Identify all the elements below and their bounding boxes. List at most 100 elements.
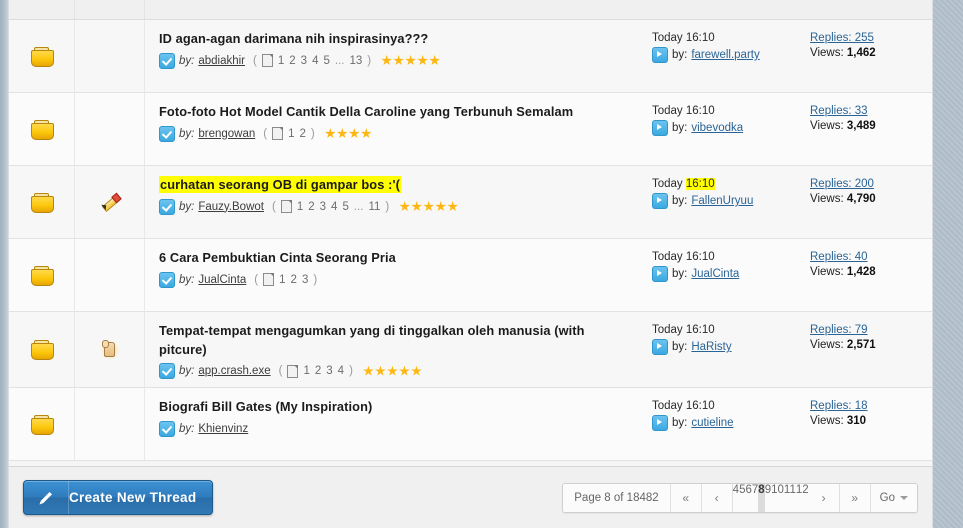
pagination-prev[interactable]: ‹ [701, 483, 733, 512]
thread-page-link[interactable]: 2 [300, 128, 306, 140]
pagination-page-12[interactable]: 12 [796, 484, 809, 512]
thread-author-link[interactable]: abdiakhir [198, 55, 245, 67]
thread-replies-link[interactable]: Replies: 200 [810, 178, 922, 190]
thread-row[interactable]: Tempat-tempat mengagumkan yang di tingga… [9, 312, 932, 389]
thread-stats-cell: Replies: 33 Views: 3,489 [804, 93, 932, 166]
by-label: by: [179, 365, 195, 378]
forum-content-panel: ID agan-agan darimana nih inspirasinya??… [8, 0, 933, 528]
thread-status-cell [9, 239, 75, 312]
thread-page-link[interactable]: 5 [323, 55, 329, 67]
lastpost-author-row: by: JualCinta [652, 266, 798, 282]
thread-rating-stars[interactable] [324, 128, 372, 139]
thread-rating-stars[interactable] [399, 201, 459, 212]
thread-page-link[interactable]: 1 [288, 128, 294, 140]
goto-lastpost-icon[interactable] [652, 266, 668, 282]
goto-lastpost-icon[interactable] [652, 339, 668, 355]
read-check-icon[interactable] [159, 125, 175, 142]
thread-rating-stars[interactable] [381, 55, 440, 66]
thread-row[interactable]: Foto-foto Hot Model Cantik Della Carolin… [9, 93, 932, 166]
thread-replies-link[interactable]: Replies: 33 [810, 105, 922, 117]
lastpost-time-text: Today 16:10 [652, 251, 715, 263]
thread-page-link[interactable]: 3 [301, 55, 307, 67]
pagination-next[interactable]: › [808, 483, 840, 512]
thread-page-link[interactable]: 3 [320, 201, 326, 213]
thread-title-link[interactable]: ID agan-agan darimana nih inspirasinya??… [159, 30, 632, 49]
thread-page-link[interactable]: 3 [326, 365, 332, 377]
pagination-first[interactable]: « [670, 483, 702, 512]
lastpost-author-link[interactable]: cutieline [691, 417, 733, 429]
thread-flag-cell [75, 312, 145, 389]
thread-page-link-last[interactable]: 13 [349, 55, 362, 67]
pagination-page-11[interactable]: 11 [784, 484, 796, 512]
thread-page-link[interactable]: 2 [315, 365, 321, 377]
lastpost-author-link[interactable]: JualCinta [691, 268, 739, 280]
thread-replies-link[interactable]: Replies: 255 [810, 32, 922, 44]
thread-page-link[interactable]: 1 [278, 55, 284, 67]
thread-title-link[interactable]: Tempat-tempat mengagumkan yang di tingga… [159, 322, 632, 359]
read-check-icon[interactable] [159, 271, 175, 288]
thread-pages: (1 2 3) [254, 273, 317, 287]
thread-title-link[interactable]: 6 Cara Pembuktian Cinta Seorang Pria [159, 249, 632, 268]
thread-meta-row: by: abdiakhir (1 2 3 4 5... 13) [159, 52, 632, 69]
lastpost-author-link[interactable]: vibevodka [691, 122, 743, 134]
goto-lastpost-icon[interactable] [652, 47, 668, 63]
thread-row[interactable]: ID agan-agan darimana nih inspirasinya??… [9, 20, 932, 93]
thread-page-link[interactable]: 1 [279, 274, 285, 286]
thread-replies-link[interactable]: Replies: 40 [810, 251, 922, 263]
lastpost-author-link[interactable]: farewell.party [691, 49, 759, 61]
paren-open: ( [278, 365, 283, 378]
goto-lastpost-icon[interactable] [652, 193, 668, 209]
thread-page-link[interactable]: 2 [308, 201, 314, 213]
thread-page-link-last[interactable]: 11 [368, 201, 380, 213]
thread-author-link[interactable]: Fauzy.Bowot [198, 201, 264, 213]
thread-status-cell [9, 388, 75, 462]
pages-ellipsis: ... [334, 54, 345, 67]
thread-title-link[interactable]: Biografi Bill Gates (My Inspiration) [159, 398, 632, 417]
thread-status-cell [9, 166, 75, 239]
thread-views: Views: 4,790 [810, 193, 876, 205]
pagination-page-10[interactable]: 10 [771, 484, 784, 512]
thread-page-link[interactable]: 4 [312, 55, 318, 67]
thread-author-link[interactable]: Khienvinz [198, 423, 248, 435]
document-icon [263, 273, 275, 287]
thread-page-link[interactable]: 1 [303, 365, 309, 377]
pencil-icon [24, 481, 69, 514]
lastpost-author-link[interactable]: HaRisty [691, 341, 731, 353]
thread-title-link[interactable]: curhatan seorang OB di gampar bos :'( [159, 176, 632, 195]
read-check-icon[interactable] [159, 52, 175, 69]
create-new-thread-button[interactable]: Create New Thread [23, 480, 214, 515]
thread-views: Views: 1,428 [810, 266, 876, 278]
thread-row[interactable]: Biografi Bill Gates (My Inspiration) by: K… [9, 388, 932, 462]
star-icon [387, 365, 398, 376]
thread-page-link[interactable]: 4 [338, 365, 344, 377]
thread-lastpost-cell: Today 16:10 by: FallenUryuu [644, 166, 804, 239]
thread-title-link[interactable]: Foto-foto Hot Model Cantik Della Carolin… [159, 103, 632, 122]
thread-page-link[interactable]: 3 [302, 274, 308, 286]
thread-stats-cell: Replies: 40 Views: 1,428 [804, 239, 932, 312]
lastpost-author-link[interactable]: FallenUryuu [691, 195, 753, 207]
star-icon [447, 201, 459, 212]
star-icon [411, 201, 423, 212]
thread-page-link[interactable]: 4 [331, 201, 337, 213]
thread-author-link[interactable]: JualCinta [198, 274, 246, 286]
thread-page-link[interactable]: 1 [297, 201, 303, 213]
pagination-last[interactable]: » [839, 483, 871, 512]
thread-replies-link[interactable]: Replies: 18 [810, 400, 922, 412]
read-check-icon[interactable] [159, 420, 175, 437]
thread-page-link[interactable]: 2 [289, 55, 295, 67]
browser-viewport: ID agan-agan darimana nih inspirasinya??… [0, 0, 963, 528]
thread-row[interactable]: 6 Cara Pembuktian Cinta Seorang Pria by: J… [9, 239, 932, 312]
thread-page-link[interactable]: 2 [291, 274, 297, 286]
goto-lastpost-icon[interactable] [652, 415, 668, 432]
read-check-icon[interactable] [159, 363, 175, 380]
pencil-icon [100, 192, 122, 212]
thread-author-link[interactable]: brengowan [198, 128, 255, 140]
pagination-go-dropdown[interactable]: Go [870, 483, 917, 512]
read-check-icon[interactable] [159, 198, 175, 215]
thread-rating-stars[interactable] [363, 365, 422, 377]
goto-lastpost-icon[interactable] [652, 120, 668, 136]
thread-replies-link[interactable]: Replies: 79 [810, 324, 922, 336]
thread-author-link[interactable]: app.crash.exe [198, 365, 270, 377]
thread-page-link[interactable]: 5 [342, 201, 348, 213]
thread-row[interactable]: curhatan seorang OB di gampar bos :'(by:… [9, 166, 932, 239]
